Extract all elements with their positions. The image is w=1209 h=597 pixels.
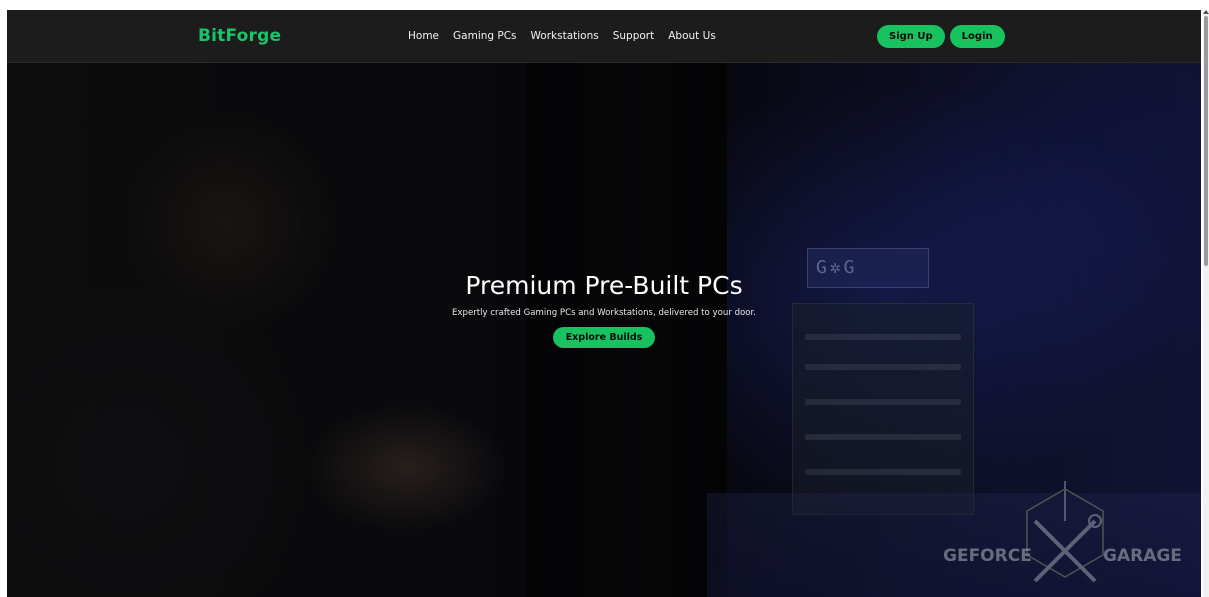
sign-up-button[interactable]: Sign Up <box>877 25 945 48</box>
auth-buttons: Sign Up Login <box>877 25 1005 48</box>
hero-subtitle: Expertly crafted Gaming PCs and Workstat… <box>451 308 757 318</box>
browser-viewport: BitForge Home Gaming PCs Workstations Su… <box>7 10 1201 597</box>
nav-link-home[interactable]: Home <box>408 30 439 42</box>
hero-section: G✲G Premium Pre-Built PCs Expertly craft… <box>7 63 1201 597</box>
nav-link-gaming-pcs[interactable]: Gaming PCs <box>453 30 517 42</box>
navbar: BitForge Home Gaming PCs Workstations Su… <box>7 10 1201 63</box>
scrollbar-thumb[interactable] <box>1204 16 1208 266</box>
explore-builds-button[interactable]: Explore Builds <box>552 327 656 348</box>
watermark-text-right: GARAGE <box>1103 546 1182 566</box>
page-scrollbar[interactable] <box>1203 10 1209 597</box>
hero-content: Premium Pre-Built PCs Expertly crafted G… <box>7 269 1201 348</box>
scroll-up-arrow-icon[interactable] <box>1203 10 1209 14</box>
nav-links: Home Gaming PCs Workstations Support Abo… <box>408 30 730 42</box>
nav-link-about-us[interactable]: About Us <box>668 30 716 42</box>
brand-logo[interactable]: BitForge <box>198 26 281 46</box>
hero-title: Premium Pre-Built PCs <box>465 271 743 300</box>
login-button[interactable]: Login <box>949 25 1005 48</box>
wrench-cross-logo-icon <box>1026 481 1104 583</box>
nav-link-support[interactable]: Support <box>613 30 655 42</box>
nav-link-workstations[interactable]: Workstations <box>531 30 599 42</box>
geforce-garage-watermark: GEFORCE GARAGE <box>943 481 1182 583</box>
watermark-text-left: GEFORCE <box>943 546 1032 566</box>
